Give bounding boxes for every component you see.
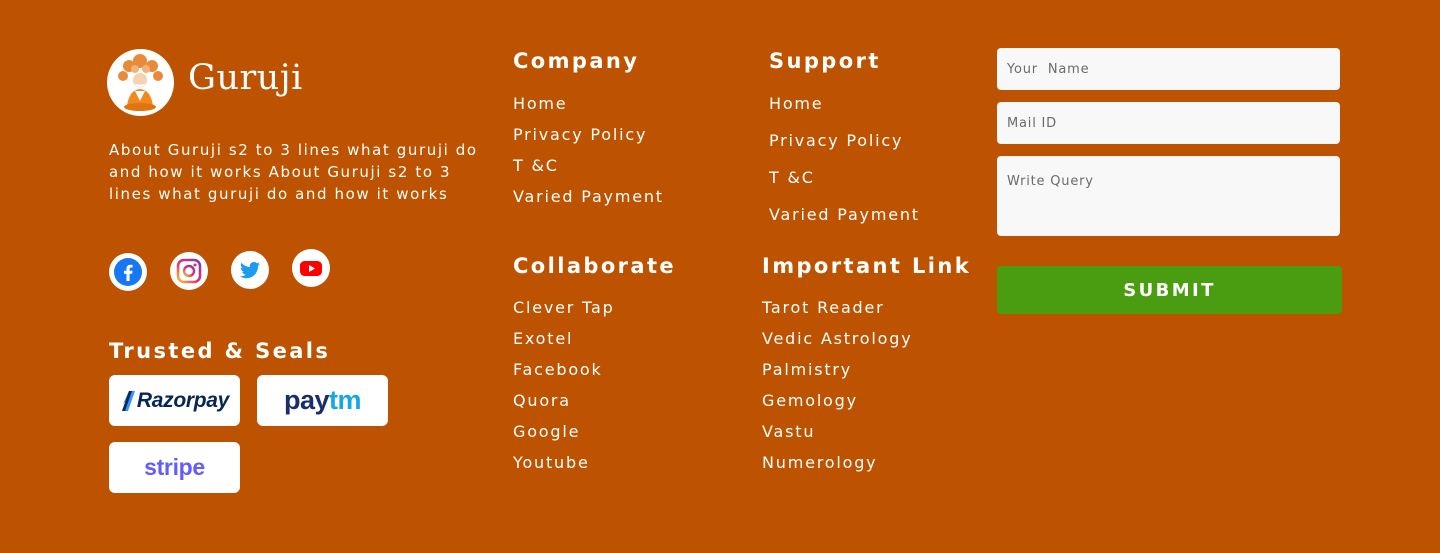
collaborate-link-google[interactable]: Google [513, 422, 615, 453]
important-link-vastu[interactable]: Vastu [762, 422, 912, 453]
razorpay-logo-icon [121, 390, 135, 411]
trusted-seals-heading: Trusted & Seals [109, 339, 331, 363]
important-link-tarot-reader[interactable]: Tarot Reader [762, 298, 912, 329]
support-heading: Support [769, 49, 881, 73]
support-link-home[interactable]: Home [769, 94, 920, 131]
collaborate-link-exotel[interactable]: Exotel [513, 329, 615, 360]
collaborate-heading: Collaborate [513, 254, 677, 278]
facebook-icon [114, 258, 142, 286]
paytm-wordmark-tm: tm [329, 385, 362, 415]
facebook-link[interactable] [109, 253, 147, 291]
collaborate-links: Clever Tap Exotel Facebook Quora Google … [513, 298, 615, 484]
mail-id-input[interactable] [997, 102, 1340, 144]
guruji-logo[interactable] [107, 49, 174, 116]
stripe-seal: stripe [109, 442, 240, 493]
important-links: Tarot Reader Vedic Astrology Palmistry G… [762, 298, 912, 484]
collaborate-link-facebook[interactable]: Facebook [513, 360, 615, 391]
guruji-logo-illustration [118, 54, 163, 111]
stripe-wordmark: stripe [144, 454, 205, 480]
support-link-tc[interactable]: T &C [769, 168, 920, 205]
query-textarea[interactable] [997, 156, 1340, 236]
twitter-icon [240, 262, 260, 279]
company-link-home[interactable]: Home [513, 94, 664, 125]
support-link-privacy-policy[interactable]: Privacy Policy [769, 131, 920, 168]
paytm-wordmark-pay: pay [283, 385, 330, 415]
instagram-link[interactable] [170, 252, 208, 290]
important-link-gemology[interactable]: Gemology [762, 391, 912, 422]
instagram-icon [176, 258, 202, 284]
razorpay-seal: Razorpay [109, 375, 240, 426]
youtube-link[interactable] [292, 249, 330, 287]
company-links: Home Privacy Policy T &C Varied Payment [513, 94, 664, 218]
company-link-varied-payment[interactable]: Varied Payment [513, 187, 664, 218]
collaborate-link-clever-tap[interactable]: Clever Tap [513, 298, 615, 329]
company-link-tc[interactable]: T &C [513, 156, 664, 187]
support-links: Home Privacy Policy T &C Varied Payment [769, 94, 920, 242]
name-input[interactable] [997, 48, 1340, 90]
collaborate-link-quora[interactable]: Quora [513, 391, 615, 422]
company-heading: Company [513, 49, 640, 73]
submit-button[interactable]: SUBMIT [997, 266, 1342, 314]
important-link-vedic-astrology[interactable]: Vedic Astrology [762, 329, 912, 360]
important-link-palmistry[interactable]: Palmistry [762, 360, 912, 391]
collaborate-link-youtube[interactable]: Youtube [513, 453, 615, 484]
razorpay-wordmark: Razorpay [136, 388, 230, 412]
youtube-icon [300, 261, 322, 276]
important-link-heading: Important Link [762, 254, 972, 278]
important-link-numerology[interactable]: Numerology [762, 453, 912, 484]
company-link-privacy-policy[interactable]: Privacy Policy [513, 125, 664, 156]
paytm-seal: pay tm [257, 375, 388, 426]
about-text: About Guruji s2 to 3 lines what guruji d… [109, 141, 478, 203]
brand-name: Guruji [188, 58, 303, 98]
support-link-varied-payment[interactable]: Varied Payment [769, 205, 920, 242]
twitter-link[interactable] [231, 251, 269, 289]
